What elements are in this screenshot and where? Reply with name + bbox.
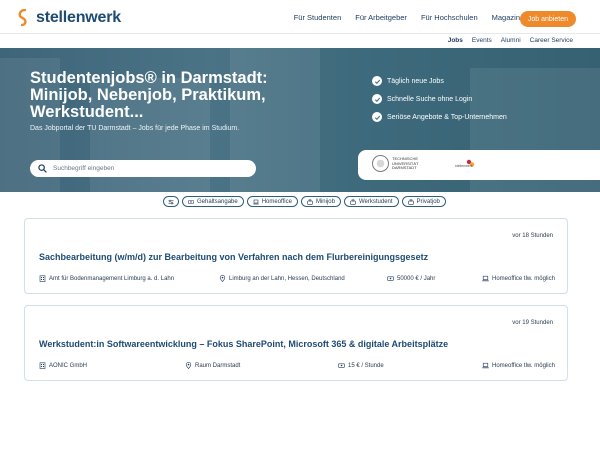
filter-settings-button[interactable] [163,196,179,207]
hero-title: Studentenjobs® in Darmstadt: Minijob, Ne… [30,69,268,121]
search-icon[interactable] [38,164,47,173]
hero-subtitle: Das Jobportal der TU Darmstadt – Jobs fü… [30,125,240,132]
sliders-icon [168,199,174,204]
nav-item-magazin[interactable]: Magazin [492,13,520,22]
job-salary: 15 € / Stunde [338,362,384,369]
sub-nav-bar: Jobs Events Alumni Career Service [0,33,600,48]
filter-chip-homeoffice[interactable]: Homeoffice [246,196,298,207]
filter-chip-label: Gehaltsangabe [197,198,238,205]
briefcase-icon [307,199,313,205]
job-card[interactable]: vor 19 Stunden Werkstudent:in Softwareen… [24,305,568,381]
laptop-icon [482,275,489,282]
subnav-item-alumni[interactable]: Alumni [501,37,521,44]
job-card[interactable]: vor 18 Stunden Sachbearbeitung (w/m/d) z… [24,218,568,294]
filter-chip-label: Minijob [315,198,335,205]
location-pin-icon [219,275,226,282]
subnav-item-career-service[interactable]: Career Service [530,37,573,44]
tu-darmstadt-seal-icon [372,155,389,172]
money-icon [338,363,345,368]
tu-darmstadt-wordmark: TECHNISCHE UNIVERSITÄT DARMSTADT [392,156,419,170]
hero-banner: Studentenjobs® in Darmstadt: Minijob, Ne… [0,48,600,192]
remote-text: Homeoffice tlw. möglich [492,275,555,282]
laptop-icon [253,199,259,204]
money-icon [387,276,394,281]
filter-chip-gehaltsangabe[interactable]: Gehaltsangabe [182,196,244,207]
filter-chip-privatjob[interactable]: Privatjob [401,196,446,207]
salary-text: 50000 € / Jahr [397,275,436,282]
subnav-item-jobs[interactable]: Jobs [448,37,463,44]
benefits-list: Täglich neue Jobs Schnelle Suche ohne Lo… [372,72,507,126]
nav-item-hochschulen[interactable]: Für Hochschulen [421,13,478,22]
job-company: AONIC GmbH [39,362,87,369]
job-company: Amt für Bodenmanagement Limburg a. d. La… [39,275,174,282]
benefit-label: Seriöse Angebote & Top-Unternehmen [387,113,507,121]
benefit-label: Täglich neue Jobs [387,77,444,85]
job-title[interactable]: Werkstudent:in Softwareentwicklung – Fok… [39,339,448,349]
briefcase-icon [407,199,414,205]
laptop-icon [482,362,489,369]
check-icon [372,112,382,122]
stellenwerk-small-wordmark: stellenwerk [455,164,473,168]
location-pin-icon [185,362,192,369]
filter-chip-minijob[interactable]: Minijob [300,196,341,207]
nav-item-arbeitgeber[interactable]: Für Arbeitgeber [355,13,407,22]
check-icon [372,76,382,86]
filter-chip-label: Privatjob [416,198,440,205]
posted-time: vor 19 Stunden [512,320,553,326]
salary-text: 15 € / Stunde [348,362,384,369]
search-input[interactable] [53,165,243,172]
company-name: AONIC GmbH [49,362,88,369]
search-bar[interactable] [30,160,256,177]
location-text: Raum Darmstadt [195,362,241,369]
filter-chip-label: Homeoffice [261,198,292,205]
nav-item-studenten[interactable]: Für Studenten [294,13,342,22]
job-location: Raum Darmstadt [185,362,240,369]
sub-nav: Jobs Events Alumni Career Service [448,37,573,44]
benefit-label: Schnelle Suche ohne Login [387,95,473,103]
job-salary: 50000 € / Jahr [387,275,435,282]
benefit-item: Seriöse Angebote & Top-Unternehmen [372,108,507,126]
filter-chip-label: Werkstudent [358,198,393,205]
job-remote: Homeoffice tlw. möglich [482,362,555,369]
job-anbieten-button[interactable]: Job anbieten [519,11,576,27]
brand-name: stellenwerk [36,9,121,26]
location-text: Limburg an der Lahn, Hessen, Deutschland [229,275,345,282]
top-header: stellenwerk Für Studenten Für Arbeitgebe… [0,0,600,36]
brand-logo[interactable]: stellenwerk [18,9,121,27]
job-remote: Homeoffice tlw. möglich [482,275,555,282]
check-icon [372,94,382,104]
remote-text: Homeoffice tlw. möglich [492,362,555,369]
filter-chips: Gehaltsangabe Homeoffice Minijob Werkstu… [163,196,446,207]
money-icon [188,199,194,204]
job-location: Limburg an der Lahn, Hessen, Deutschland [219,275,345,282]
filter-chip-werkstudent[interactable]: Werkstudent [343,196,399,207]
benefit-item: Schnelle Suche ohne Login [372,90,507,108]
building-icon [39,275,46,282]
benefit-item: Täglich neue Jobs [372,72,507,90]
logo-icon [18,9,27,27]
main-nav: Für Studenten Für Arbeitgeber Für Hochsc… [294,13,520,22]
company-name: Amt für Bodenmanagement Limburg a. d. La… [49,275,175,282]
partner-logos: TECHNISCHE UNIVERSITÄT DARMSTADT stellen… [358,150,600,180]
briefcase-icon [350,199,356,205]
job-title[interactable]: Sachbearbeitung (w/m/d) zur Bearbeitung … [39,252,428,262]
building-icon [39,362,46,369]
posted-time: vor 18 Stunden [512,233,553,239]
subnav-item-events[interactable]: Events [472,37,492,44]
